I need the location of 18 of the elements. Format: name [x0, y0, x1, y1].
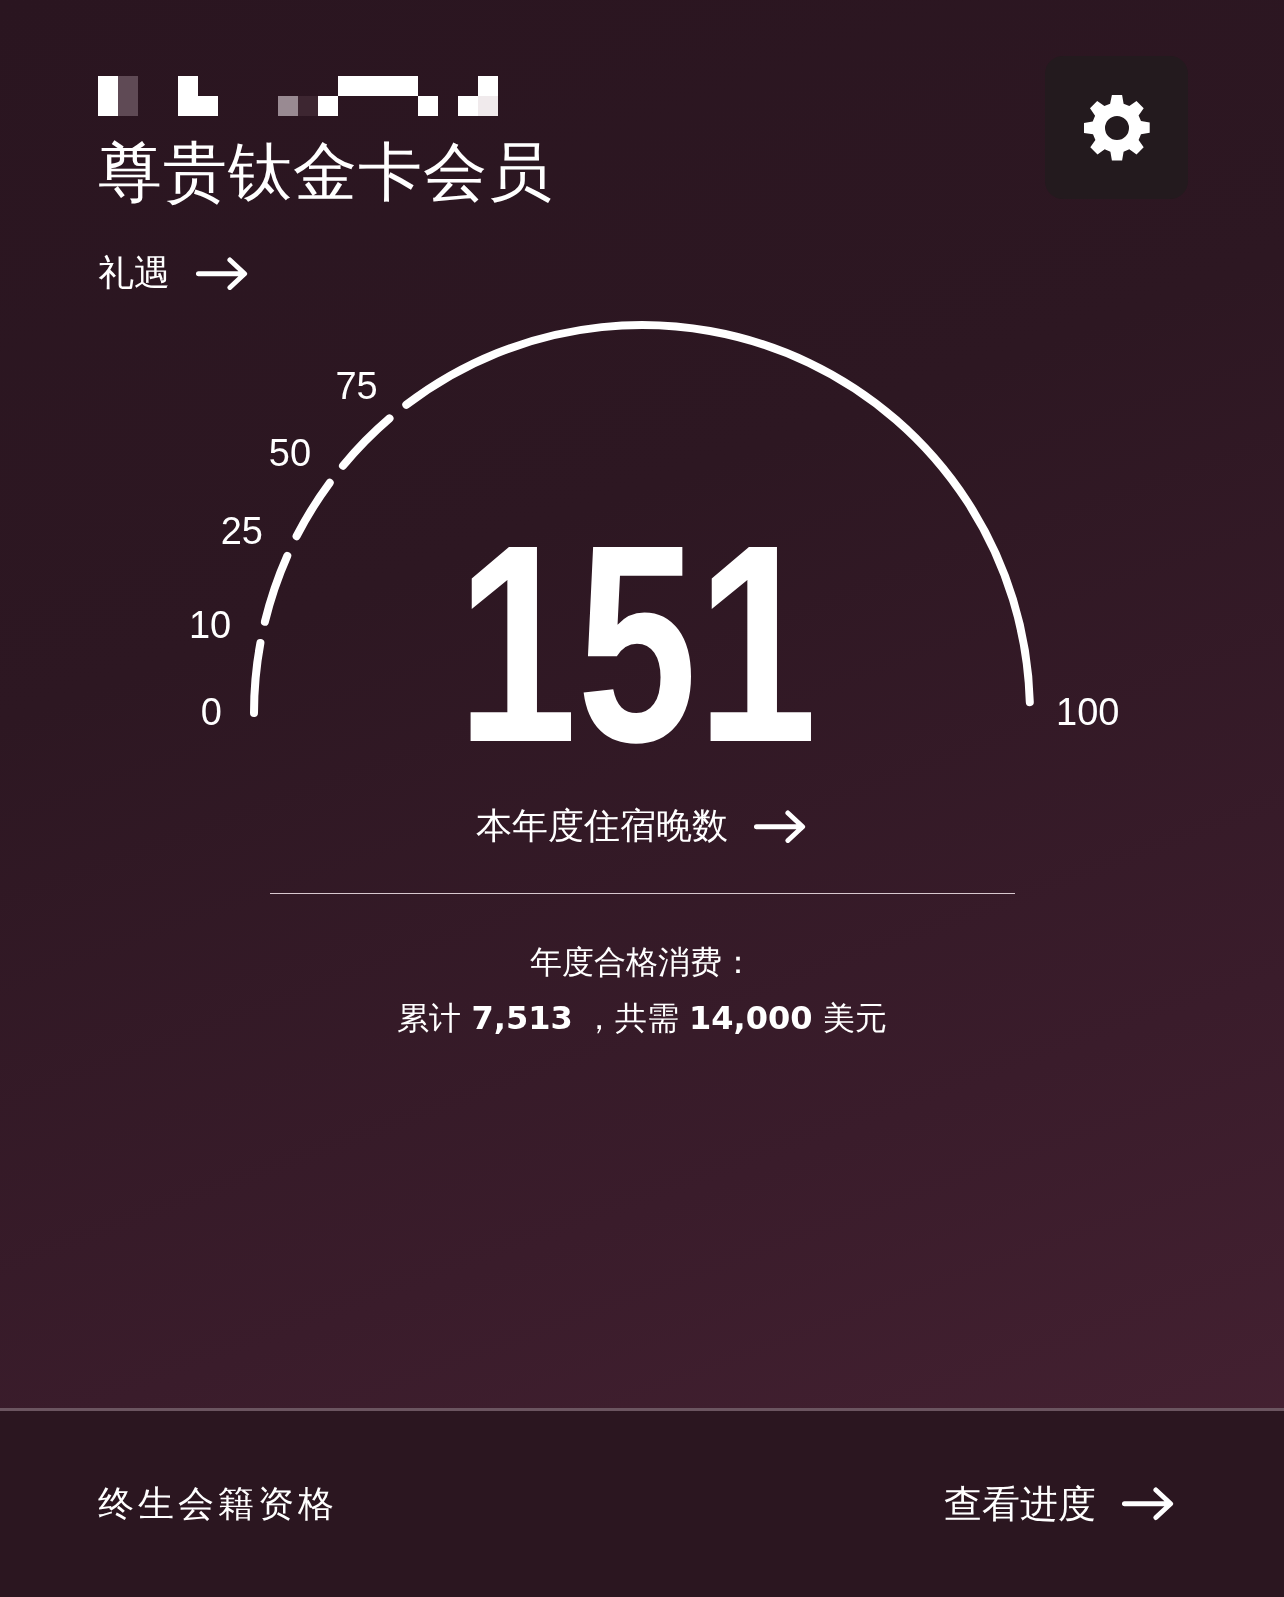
spending-label: 年度合格消费： — [530, 942, 754, 984]
gauge-tick-label: 50 — [268, 432, 312, 475]
view-progress-link[interactable]: 查看进度 — [944, 1478, 1176, 1530]
gauge-tick-label: 10 — [188, 603, 232, 646]
arrow-icon — [1122, 1487, 1176, 1521]
nights-link[interactable]: 本年度住宿晚数 — [476, 801, 808, 851]
spending-summary: 累计 7,513 ，共需 14,000 美元 — [397, 998, 887, 1040]
arrow-icon — [196, 256, 250, 291]
arrow-icon — [754, 809, 808, 844]
settings-button[interactable] — [1045, 56, 1188, 199]
gauge-tick-label: 0 — [200, 690, 222, 733]
gauge-tick-label: 25 — [220, 510, 263, 552]
gauge-tick-label: 100 — [1056, 690, 1120, 733]
benefits-link[interactable]: 礼遇 — [98, 248, 553, 298]
gauge-tick-label: 75 — [335, 364, 378, 407]
membership-tier-title: 尊贵钛金卡会员 — [98, 134, 553, 211]
lifetime-membership-label: 终生会籍资格 — [98, 1481, 338, 1526]
nights-count: 151 — [457, 485, 928, 758]
